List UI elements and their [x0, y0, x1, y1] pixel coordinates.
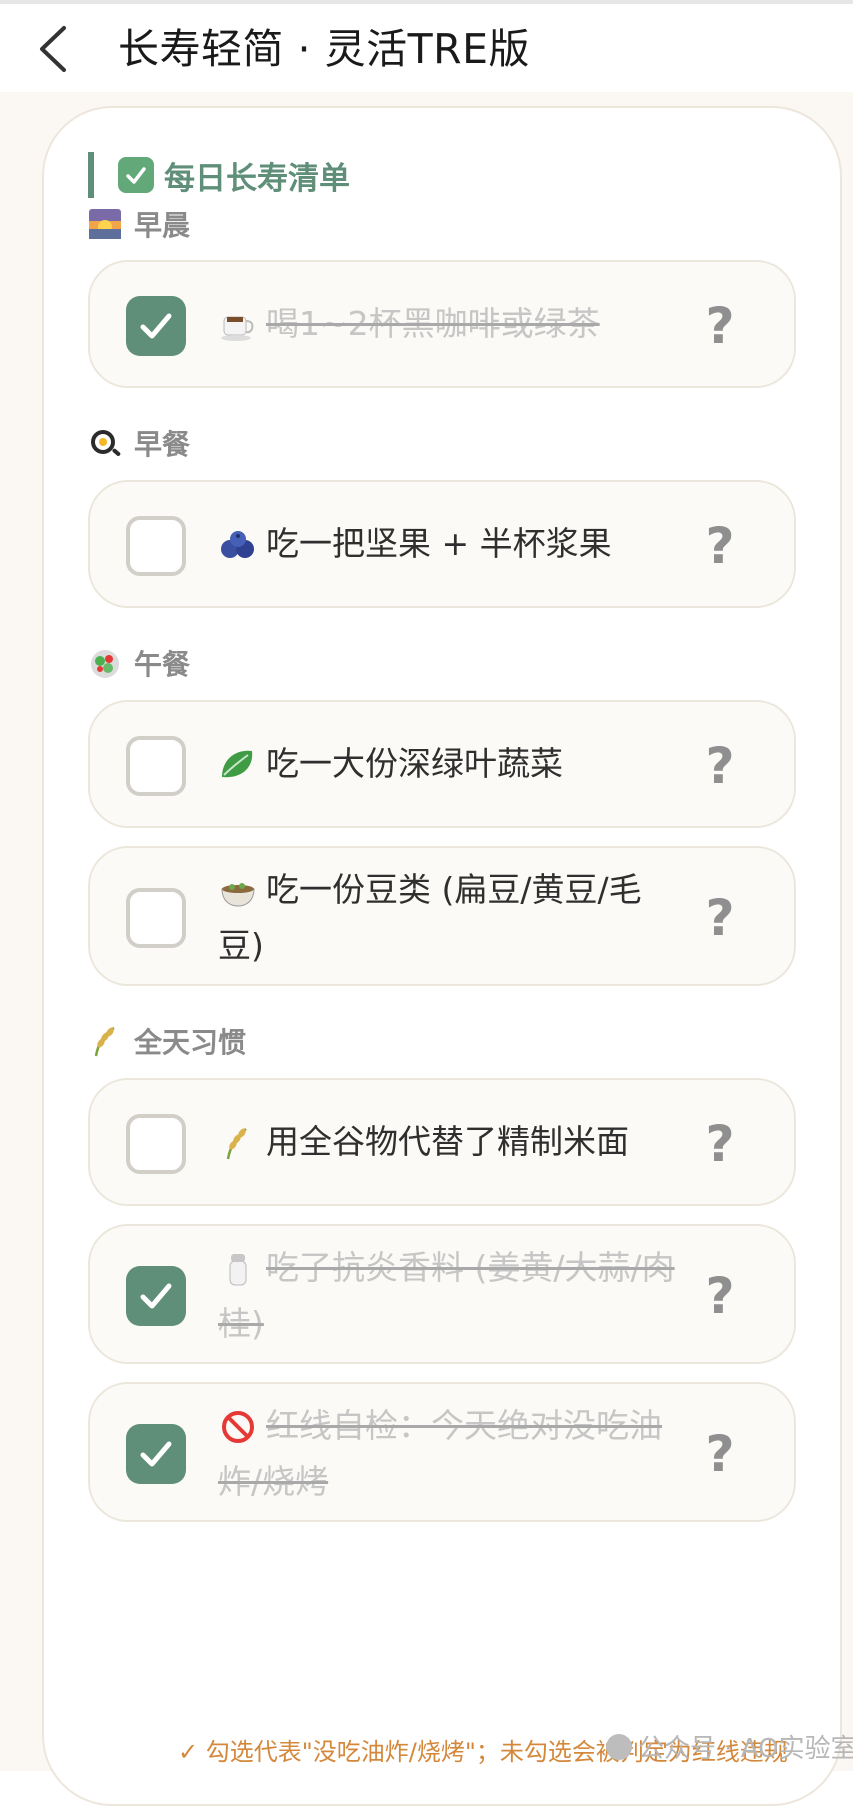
checklist-item[interactable]: 红线自检：今天绝对没吃油炸/烧烤 ? — [88, 1382, 796, 1522]
checkbox-unchecked[interactable] — [126, 736, 186, 796]
group-lunch: 午餐 — [88, 643, 190, 683]
watermark: 公众号 · AO实验室 — [606, 1728, 853, 1765]
check-mark-icon — [118, 157, 154, 193]
blueberries-icon — [218, 524, 258, 560]
item-text: 吃一份豆类 (扁豆/黄豆/毛豆) — [218, 870, 642, 965]
checkbox-checked[interactable] — [126, 296, 186, 356]
checklist-item[interactable]: 喝1~2杯黑咖啡或绿茶 ? — [88, 260, 796, 388]
help-icon[interactable]: ? — [700, 890, 740, 946]
rice-stalk-icon — [88, 1024, 122, 1058]
help-icon[interactable]: ? — [700, 1426, 740, 1482]
item-text: 吃一大份深绿叶蔬菜 — [218, 736, 678, 792]
rice-stalk-icon — [218, 1122, 258, 1159]
fried-egg-icon — [88, 426, 122, 460]
help-icon[interactable]: ? — [700, 1116, 740, 1172]
checklist-item[interactable]: 用全谷物代替了精制米面 ? — [88, 1078, 796, 1206]
bowl-icon — [218, 870, 258, 907]
salt-shaker-icon — [218, 1248, 258, 1285]
help-icon[interactable]: ? — [700, 298, 740, 354]
salad-icon — [88, 646, 122, 680]
help-icon[interactable]: ? — [700, 738, 740, 794]
checkbox-checked[interactable] — [126, 1424, 186, 1484]
help-icon[interactable]: ? — [700, 518, 740, 574]
section-title: 每日长寿清单 — [88, 152, 350, 198]
checkbox-unchecked[interactable] — [126, 888, 186, 948]
prohibited-icon — [218, 1406, 258, 1443]
checkbox-unchecked[interactable] — [126, 516, 186, 576]
item-text: 用全谷物代替了精制米面 — [218, 1114, 678, 1170]
page-title: 长寿轻简 · 灵活TRE版 — [118, 25, 531, 73]
item-text: 喝1~2杯黑咖啡或绿茶 — [218, 296, 678, 352]
group-all-day: 全天习惯 — [88, 1021, 246, 1061]
item-text: 吃一把坚果 + 半杯浆果 — [218, 516, 678, 572]
item-text: 红线自检：今天绝对没吃油炸/烧烤 — [218, 1406, 662, 1501]
back-button[interactable] — [34, 22, 78, 76]
app-header: 长寿轻简 · 灵活TRE版 — [0, 4, 853, 92]
help-icon[interactable]: ? — [700, 1268, 740, 1324]
checklist-item[interactable]: 吃一把坚果 + 半杯浆果 ? — [88, 480, 796, 608]
sunrise-icon — [88, 207, 122, 241]
chevron-left-icon — [40, 26, 66, 72]
group-breakfast: 早餐 — [88, 423, 190, 463]
checklist-item[interactable]: 吃一大份深绿叶蔬菜 ? — [88, 700, 796, 828]
group-morning: 早晨 — [88, 204, 190, 244]
coffee-icon — [218, 304, 258, 341]
checklist-item[interactable]: 吃了抗炎香料 (姜黄/大蒜/肉桂) ? — [88, 1224, 796, 1364]
checkbox-unchecked[interactable] — [126, 1114, 186, 1174]
item-text: 吃了抗炎香料 (姜黄/大蒜/肉桂) — [218, 1248, 675, 1343]
wechat-icon — [606, 1733, 632, 1760]
checkbox-checked[interactable] — [126, 1266, 186, 1326]
leafy-green-icon — [218, 744, 258, 780]
checklist-item[interactable]: 吃一份豆类 (扁豆/黄豆/毛豆) ? — [88, 846, 796, 986]
